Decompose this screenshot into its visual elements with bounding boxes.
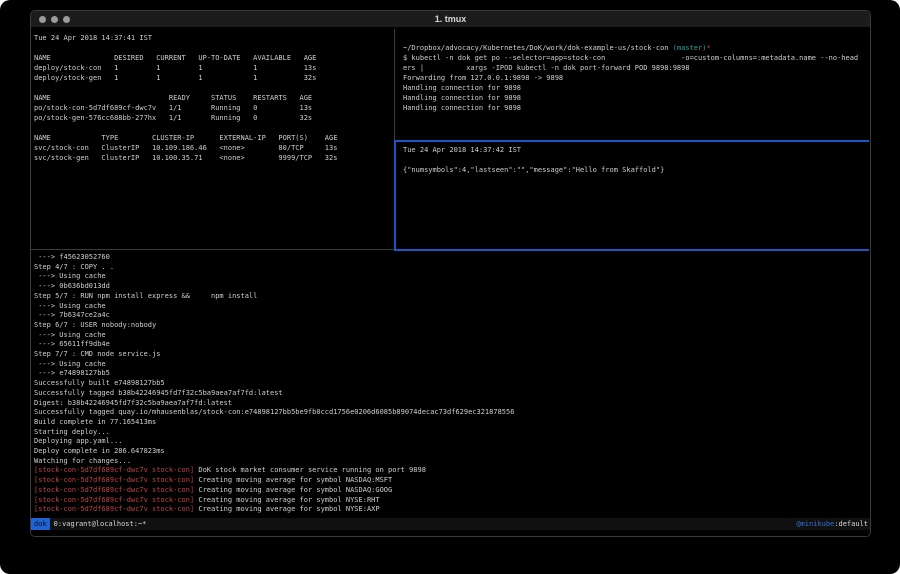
terminal-line bbox=[34, 43, 394, 53]
window-titlebar: 1. tmux bbox=[31, 11, 870, 28]
terminal-line: svc/stock-con ClusterIP 10.109.186.46 <n… bbox=[34, 143, 394, 153]
terminal-line: NAME DESIRED CURRENT UP-TO-DATE AVAILABL… bbox=[34, 53, 394, 63]
terminal-line: ~/Dropbox/advocacy/Kubernetes/DoK/work/d… bbox=[403, 43, 869, 53]
terminal-line: $ kubectl -n dok get po --selector=app=s… bbox=[403, 53, 869, 63]
tmux-status-right: @minikube:default bbox=[796, 518, 870, 530]
terminal-line: Tue 24 Apr 2018 14:37:42 IST bbox=[403, 145, 869, 155]
terminal-line: deploy/stock-con 1 1 1 1 13s bbox=[34, 63, 394, 73]
pane-curl-output[interactable]: Tue 24 Apr 2018 14:37:42 IST {"numsymbol… bbox=[403, 145, 869, 247]
terminal-line: Step 5/7 : RUN npm install express && np… bbox=[34, 292, 869, 302]
terminal-line: Successfully tagged quay.io/mhausenblas/… bbox=[34, 408, 869, 418]
terminal-line bbox=[34, 123, 394, 133]
terminal-line: NAME TYPE CLUSTER-IP EXTERNAL-IP PORT(S)… bbox=[34, 133, 394, 143]
terminal-line: ---> Using cache bbox=[34, 360, 869, 370]
pane-divider-vertical-gray bbox=[394, 29, 395, 140]
terminal-line bbox=[403, 33, 869, 43]
tmux-status-bar: dok 0:vagrant@localhost:~* @minikube:def… bbox=[31, 518, 870, 530]
pane-kubectl-watch[interactable]: Tue 24 Apr 2018 14:37:41 IST NAME DESIRE… bbox=[34, 33, 394, 247]
kube-namespace-label: :default bbox=[834, 520, 868, 528]
terminal-line: [stock-con-5d7df689cf-dwc7v stock-con] C… bbox=[34, 496, 869, 506]
terminal-line: ---> f45623052760 bbox=[34, 253, 869, 263]
kube-context-label: @minikube bbox=[796, 520, 834, 528]
terminal-line: Step 4/7 : COPY . . bbox=[34, 263, 869, 273]
terminal-line: Watching for changes... bbox=[34, 457, 869, 467]
active-pane-border-top bbox=[394, 140, 869, 142]
tmux-window-label[interactable]: 0:vagrant@localhost:~* bbox=[50, 518, 147, 530]
terminal-line: Handling connection for 9898 bbox=[403, 103, 869, 113]
terminal-line: ---> Using cache bbox=[34, 272, 869, 282]
desktop-background: 1. tmux Tue 24 Apr 2018 14:37:41 IST NAM… bbox=[0, 0, 900, 574]
active-pane-border-left bbox=[394, 140, 396, 251]
tmux-session-badge[interactable]: dok bbox=[31, 518, 50, 530]
terminal-line: Digest: b38b42246945fd7f32c5ba9aea7af7fd… bbox=[34, 399, 869, 409]
terminal-line: Successfully tagged b38b42246945fd7f32c5… bbox=[34, 389, 869, 399]
terminal-line: [stock-con-5d7df689cf-dwc7v stock-con] C… bbox=[34, 486, 869, 496]
terminal-line: {"numsymbols":4,"lastseen":"","message":… bbox=[403, 165, 869, 175]
terminal-line: Successfully built e74898127bb5 bbox=[34, 379, 869, 389]
terminal-line: [stock-con-5d7df689cf-dwc7v stock-con] C… bbox=[34, 476, 869, 486]
terminal-line: po/stock-gen-576cc688bb-277hx 1/1 Runnin… bbox=[34, 113, 394, 123]
tmux-terminal: Tue 24 Apr 2018 14:37:41 IST NAME DESIRE… bbox=[31, 29, 870, 536]
window-title: 1. tmux bbox=[31, 14, 870, 24]
terminal-line: svc/stock-gen ClusterIP 10.100.35.71 <no… bbox=[34, 153, 394, 163]
pane-port-forward[interactable]: ~/Dropbox/advocacy/Kubernetes/DoK/work/d… bbox=[403, 33, 869, 139]
terminal-line: Tue 24 Apr 2018 14:37:41 IST bbox=[34, 33, 394, 43]
terminal-line: Forwarding from 127.0.0.1:9898 -> 9898 bbox=[403, 73, 869, 83]
terminal-line: ---> 7b6347ce2a4c bbox=[34, 311, 869, 321]
terminal-line: Step 6/7 : USER nobody:nobody bbox=[34, 321, 869, 331]
terminal-line bbox=[34, 83, 394, 93]
terminal-line: ---> 65611ff9db4e bbox=[34, 340, 869, 350]
pane-divider-horizontal-gray bbox=[31, 249, 394, 250]
terminal-line: ers | xargs -IPOD kubectl -n dok port-fo… bbox=[403, 63, 869, 73]
terminal-line: Deploying app.yaml... bbox=[34, 437, 869, 447]
terminal-line: ---> Using cache bbox=[34, 331, 869, 341]
terminal-line: ---> e74898127bb5 bbox=[34, 369, 869, 379]
terminal-line: deploy/stock-gen 1 1 1 1 32s bbox=[34, 73, 394, 83]
terminal-line: Deploy complete in 286.647823ms bbox=[34, 447, 869, 457]
pane-skaffold-build-log[interactable]: ---> f45623052760Step 4/7 : COPY . . ---… bbox=[34, 253, 869, 517]
terminal-line: Handling connection for 9898 bbox=[403, 83, 869, 93]
terminal-line: Handling connection for 9898 bbox=[403, 93, 869, 103]
terminal-line: Build complete in 77.165413ms bbox=[34, 418, 869, 428]
active-pane-border-bottom bbox=[394, 249, 869, 251]
terminal-window: 1. tmux Tue 24 Apr 2018 14:37:41 IST NAM… bbox=[30, 10, 871, 537]
terminal-line: NAME READY STATUS RESTARTS AGE bbox=[34, 93, 394, 103]
terminal-line: ---> 0b636bd013dd bbox=[34, 282, 869, 292]
terminal-line bbox=[403, 155, 869, 165]
terminal-line: [stock-con-5d7df689cf-dwc7v stock-con] D… bbox=[34, 466, 869, 476]
terminal-line: po/stock-con-5d7df689cf-dwc7v 1/1 Runnin… bbox=[34, 103, 394, 113]
terminal-line: [stock-con-5d7df689cf-dwc7v stock-con] C… bbox=[34, 505, 869, 515]
terminal-line: Starting deploy... bbox=[34, 428, 869, 438]
terminal-line: Step 7/7 : CMD node service.js bbox=[34, 350, 869, 360]
terminal-line: ---> Using cache bbox=[34, 302, 869, 312]
